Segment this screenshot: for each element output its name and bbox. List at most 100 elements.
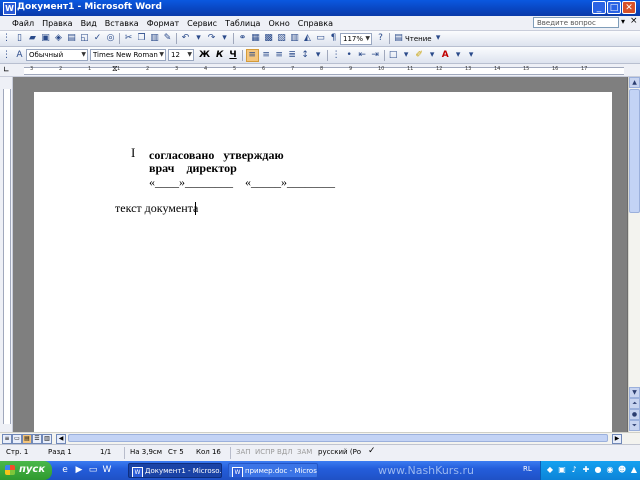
vertical-scrollbar[interactable]: ▲ ▼ ⏶ ● ⏷	[628, 77, 640, 432]
permission-icon[interactable]: ◈	[53, 33, 64, 44]
outline-view-icon[interactable]: ☰	[32, 434, 42, 444]
vertical-ruler[interactable]	[0, 77, 13, 432]
indent-marker-icon[interactable]: ⧖	[112, 64, 118, 74]
redo-icon[interactable]: ↷	[206, 33, 217, 44]
italic-button[interactable]: К	[216, 50, 223, 60]
spelling-icon[interactable]: ✓	[92, 33, 103, 44]
help-search-input[interactable]: Введите вопрос	[533, 17, 619, 28]
read-button[interactable]: Чтение	[405, 35, 432, 43]
font-select[interactable]: Times New Roman ▼	[90, 49, 166, 61]
menu-view[interactable]: Вид	[81, 19, 97, 28]
status-trk[interactable]: ИСПР	[255, 448, 275, 456]
highlight-icon[interactable]: ✐	[414, 50, 425, 61]
word-app-icon[interactable]: W	[3, 2, 16, 15]
word-quicklaunch-icon[interactable]: W	[102, 465, 112, 475]
font-size-select[interactable]: 12 ▼	[168, 49, 194, 61]
drawing-icon[interactable]: ◭	[302, 33, 313, 44]
start-button[interactable]: пуск	[0, 461, 52, 480]
tray-antivirus-icon[interactable]: ●	[593, 465, 603, 475]
horizontal-scrollbar[interactable]: ≡ ▭ ▤ ☰ ▥ ◀ ▶	[0, 432, 640, 444]
document-close-icon[interactable]: ×	[630, 16, 638, 26]
document-page[interactable]: согласовано утверждаю врач директор «___…	[34, 92, 612, 432]
minimize-button[interactable]: _	[592, 1, 606, 14]
menu-tools[interactable]: Сервис	[187, 19, 217, 28]
print-preview-icon[interactable]: ◱	[79, 33, 90, 44]
cut-icon[interactable]: ✂	[123, 33, 134, 44]
read-icon[interactable]: ▤	[393, 33, 404, 44]
tray-security-icon[interactable]: ✚	[581, 465, 591, 475]
copy-icon[interactable]: ❐	[136, 33, 147, 44]
print-layout-view-icon[interactable]: ▤	[22, 434, 32, 444]
menu-file[interactable]: Файл	[12, 19, 34, 28]
font-size-dropdown-icon[interactable]: ▼	[187, 50, 192, 60]
format-painter-icon[interactable]: ✎	[162, 33, 173, 44]
taskbar-item-document1[interactable]: W Документ1 - Microso...	[128, 463, 222, 478]
highlight-dropdown-icon[interactable]: ▾	[427, 50, 438, 61]
borders-dropdown-icon[interactable]: ▾	[401, 50, 412, 61]
tray-volume-icon[interactable]: ♪	[569, 465, 579, 475]
hyperlink-icon[interactable]: ⚭	[237, 33, 248, 44]
toolbar-options-icon[interactable]: ▾	[433, 33, 444, 44]
tab-selector-icon[interactable]: ∟	[3, 65, 10, 74]
tray-messenger-icon[interactable]: ☻	[617, 465, 627, 475]
style-dropdown-icon[interactable]: ▼	[81, 50, 86, 60]
underline-button[interactable]: Ч	[229, 50, 236, 60]
scroll-down-icon[interactable]: ▼	[629, 387, 640, 398]
ie-quicklaunch-icon[interactable]: e	[60, 465, 70, 475]
normal-view-icon[interactable]: ≡	[2, 434, 12, 444]
desktop-quicklaunch-icon[interactable]: ▭	[88, 465, 98, 475]
language-indicator[interactable]: RL	[523, 465, 532, 473]
media-quicklaunch-icon[interactable]: ▶	[74, 465, 84, 475]
paste-icon[interactable]: ▥	[149, 33, 160, 44]
tables-borders-icon[interactable]: ▦	[250, 33, 261, 44]
scroll-left-icon[interactable]: ◀	[56, 434, 66, 444]
decrease-indent-icon[interactable]: ⇤	[357, 50, 368, 61]
style-select[interactable]: Обычный ▼	[26, 49, 88, 61]
maximize-button[interactable]: □	[607, 1, 621, 14]
justify-icon[interactable]: ≣	[287, 50, 298, 61]
styles-pane-icon[interactable]: A	[14, 50, 25, 61]
status-ext[interactable]: ВДЛ	[277, 448, 293, 456]
menu-help[interactable]: Справка	[298, 19, 333, 28]
font-dropdown-icon[interactable]: ▼	[159, 50, 164, 60]
status-rec[interactable]: ЗАП	[236, 448, 251, 456]
menu-format[interactable]: Формат	[147, 19, 179, 28]
document-area[interactable]: согласовано утверждаю врач директор «___…	[13, 77, 627, 432]
undo-icon[interactable]: ↶	[180, 33, 191, 44]
font-color-dropdown-icon[interactable]: ▾	[453, 50, 464, 61]
bold-button[interactable]: Ж	[199, 50, 210, 60]
web-layout-view-icon[interactable]: ▭	[12, 434, 22, 444]
save-icon[interactable]: ▣	[40, 33, 51, 44]
spelling-status-icon[interactable]: ✓	[368, 446, 376, 456]
select-browse-object-icon[interactable]: ●	[629, 409, 640, 420]
toolbar-options-icon[interactable]: ▾	[466, 50, 477, 61]
line-spacing-dropdown-icon[interactable]: ▾	[313, 50, 324, 61]
zoom-select[interactable]: 117% ▼	[340, 32, 372, 45]
help-dropdown-icon[interactable]: ▾	[621, 17, 625, 26]
insert-table-icon[interactable]: ▩	[263, 33, 274, 44]
excel-icon[interactable]: ▧	[276, 33, 287, 44]
menu-edit[interactable]: Правка	[42, 19, 72, 28]
tray-update-icon[interactable]: ◉	[605, 465, 615, 475]
show-hide-icon[interactable]: ¶	[328, 33, 339, 44]
close-button[interactable]: ✕	[622, 1, 636, 14]
vertical-scroll-thumb[interactable]	[629, 89, 640, 213]
scroll-up-icon[interactable]: ▲	[629, 77, 640, 88]
horizontal-ruler[interactable]: ∟ 3 2 1 1 2 3 4 5 6 7 8 9 10 11 12 13 14 15 16 17 ⧖	[0, 64, 640, 77]
open-folder-icon[interactable]: ▰	[27, 33, 38, 44]
align-right-icon[interactable]: ≡	[274, 50, 285, 61]
document-map-icon[interactable]: ▭	[315, 33, 326, 44]
taskbar-item-example[interactable]: W пример.doc - Microso...	[228, 463, 318, 478]
scroll-right-icon[interactable]: ▶	[612, 434, 622, 444]
menu-insert[interactable]: Вставка	[105, 19, 139, 28]
vertical-ruler-scale[interactable]	[3, 89, 11, 424]
line-spacing-icon[interactable]: ↕	[300, 50, 311, 61]
print-icon[interactable]: ▤	[66, 33, 77, 44]
zoom-dropdown-icon[interactable]: ▼	[365, 34, 370, 44]
bullets-icon[interactable]: •	[344, 50, 355, 61]
status-ovr[interactable]: ЗАМ	[297, 448, 312, 456]
reading-view-icon[interactable]: ▥	[42, 434, 52, 444]
menu-table[interactable]: Таблица	[225, 19, 260, 28]
font-color-icon[interactable]: A	[440, 50, 451, 61]
undo-dropdown-icon[interactable]: ▾	[193, 33, 204, 44]
